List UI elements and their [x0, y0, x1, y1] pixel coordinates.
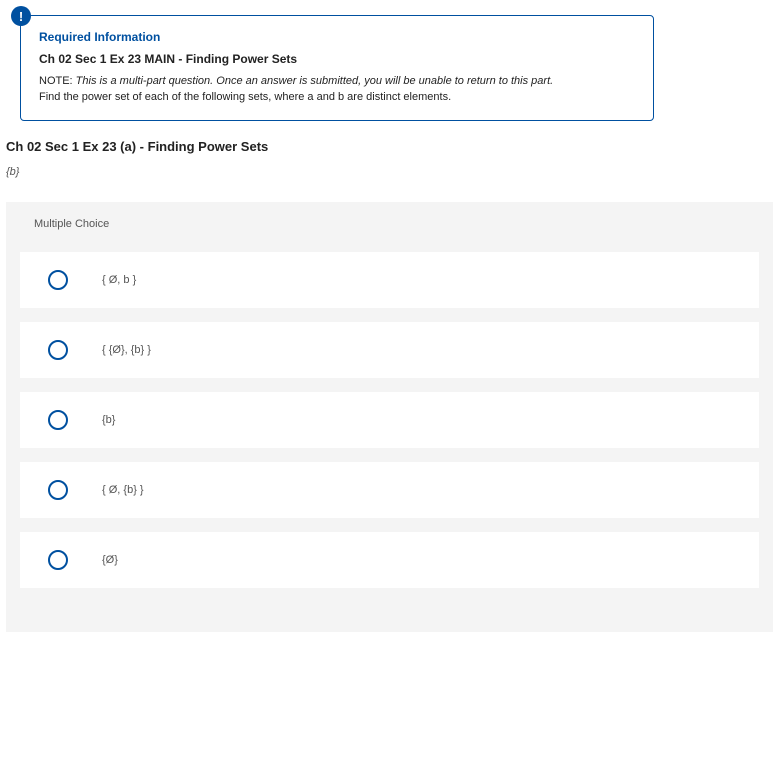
- info-note: NOTE: This is a multi-part question. Onc…: [39, 74, 635, 106]
- radio-icon: [48, 480, 68, 500]
- option-text: { Ø, {b} }: [102, 484, 144, 496]
- radio-icon: [48, 340, 68, 360]
- mc-option-4[interactable]: { Ø, {b} }: [20, 462, 759, 518]
- option-text: {Ø}: [102, 554, 118, 566]
- option-text: {b}: [102, 414, 115, 426]
- required-label: Required Information: [39, 30, 635, 44]
- option-text: { Ø, b }: [102, 274, 136, 286]
- note-body: Find the power set of each of the follow…: [39, 91, 451, 103]
- info-badge-icon: !: [11, 6, 31, 26]
- mc-option-3[interactable]: {b}: [20, 392, 759, 448]
- question-prompt: {b}: [6, 166, 779, 178]
- multiple-choice-panel: Multiple Choice { Ø, b } { {Ø}, {b} } {b…: [6, 202, 773, 632]
- radio-icon: [48, 270, 68, 290]
- mc-option-2[interactable]: { {Ø}, {b} }: [20, 322, 759, 378]
- multiple-choice-header: Multiple Choice: [6, 202, 773, 252]
- radio-icon: [48, 410, 68, 430]
- note-prefix: NOTE:: [39, 75, 76, 87]
- mc-option-5[interactable]: {Ø}: [20, 532, 759, 588]
- option-text: { {Ø}, {b} }: [102, 344, 151, 356]
- note-italic: This is a multi-part question. Once an a…: [76, 75, 554, 87]
- radio-icon: [48, 550, 68, 570]
- question-title: Ch 02 Sec 1 Ex 23 (a) - Finding Power Se…: [6, 139, 779, 154]
- info-title: Ch 02 Sec 1 Ex 23 MAIN - Finding Power S…: [39, 52, 635, 66]
- multiple-choice-options: { Ø, b } { {Ø}, {b} } {b} { Ø, {b} } {Ø}: [6, 252, 773, 588]
- mc-option-1[interactable]: { Ø, b }: [20, 252, 759, 308]
- required-info-box: ! Required Information Ch 02 Sec 1 Ex 23…: [20, 15, 654, 121]
